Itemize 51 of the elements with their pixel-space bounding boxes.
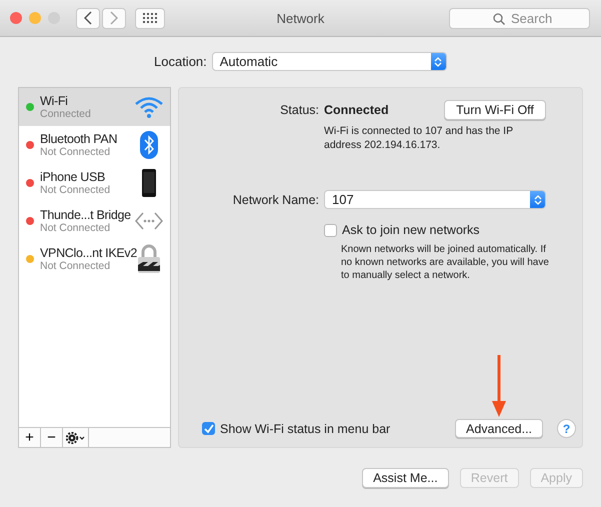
search-field[interactable]: Search bbox=[449, 8, 590, 28]
forward-icon bbox=[110, 11, 118, 25]
help-text: Known networks will be joined automatically. If no known networks are available, you will have to manually select a network. bbox=[341, 243, 550, 282]
checkbox[interactable] bbox=[202, 422, 215, 435]
connection-icon bbox=[134, 211, 164, 231]
service-status: Not Connected bbox=[40, 146, 112, 158]
service-name: iPhone USB bbox=[40, 170, 106, 184]
back-button[interactable] bbox=[76, 8, 100, 28]
status-value: Connected bbox=[324, 103, 389, 117]
close-button[interactable] bbox=[10, 12, 22, 24]
service-status: Not Connected bbox=[40, 184, 112, 196]
location-label: Location: bbox=[154, 54, 207, 69]
stepper-icon bbox=[434, 56, 442, 68]
checkmark-icon bbox=[204, 424, 214, 434]
window-title: Network bbox=[276, 11, 326, 26]
remove-button[interactable]: − bbox=[41, 428, 63, 447]
status-description: Wi-Fi is connected to 107 and has the IP address 202.194.16.173. bbox=[324, 124, 514, 152]
service-status: Connected bbox=[40, 108, 92, 120]
show-all-button[interactable] bbox=[135, 8, 165, 28]
assist-me-button[interactable]: Assist Me... bbox=[362, 468, 449, 488]
lock-icon bbox=[137, 244, 161, 274]
annotation-arrow bbox=[492, 355, 506, 417]
service-status: Not Connected bbox=[40, 222, 112, 234]
service-name: Bluetooth PAN bbox=[40, 132, 118, 146]
wifi-icon bbox=[134, 95, 164, 119]
phone-icon bbox=[141, 168, 157, 198]
checkbox-label: Ask to join new networks bbox=[342, 223, 480, 237]
service-item[interactable]: Wi-Fi Connected bbox=[19, 88, 170, 126]
service-item[interactable]: iPhone USB Not Connected bbox=[19, 164, 170, 202]
action-menu-button[interactable] bbox=[63, 428, 89, 447]
network-name-popup[interactable]: 107 bbox=[324, 190, 546, 209]
service-status: Not Connected bbox=[40, 260, 112, 272]
add-button[interactable]: + bbox=[19, 428, 41, 447]
service-name: Wi-Fi bbox=[40, 94, 69, 108]
service-name: Thunde...t Bridge bbox=[40, 208, 132, 222]
advanced-button[interactable]: Advanced... bbox=[455, 419, 543, 438]
service-item[interactable]: Thunde...t Bridge Not Connected bbox=[19, 202, 170, 240]
location-popup[interactable]: Automatic bbox=[212, 52, 447, 71]
service-item[interactable]: Bluetooth PAN Not Connected bbox=[19, 126, 170, 164]
network-name-label: Network Name: bbox=[232, 192, 319, 206]
turn-wifi-off-button[interactable]: Turn Wi-Fi Off bbox=[444, 100, 546, 120]
checkbox-label: Show Wi-Fi status in menu bar bbox=[220, 422, 390, 436]
gear-icon bbox=[66, 432, 86, 444]
minimize-button[interactable] bbox=[29, 12, 41, 24]
stepper-icon bbox=[534, 194, 542, 206]
service-item[interactable]: VPNClo...nt IKEv2 Not Connected bbox=[19, 240, 170, 278]
back-icon bbox=[84, 11, 92, 25]
bluetooth-icon bbox=[139, 130, 159, 160]
status-label: Status: bbox=[279, 103, 319, 117]
checkbox[interactable] bbox=[324, 224, 337, 236]
grid-icon bbox=[143, 13, 157, 23]
